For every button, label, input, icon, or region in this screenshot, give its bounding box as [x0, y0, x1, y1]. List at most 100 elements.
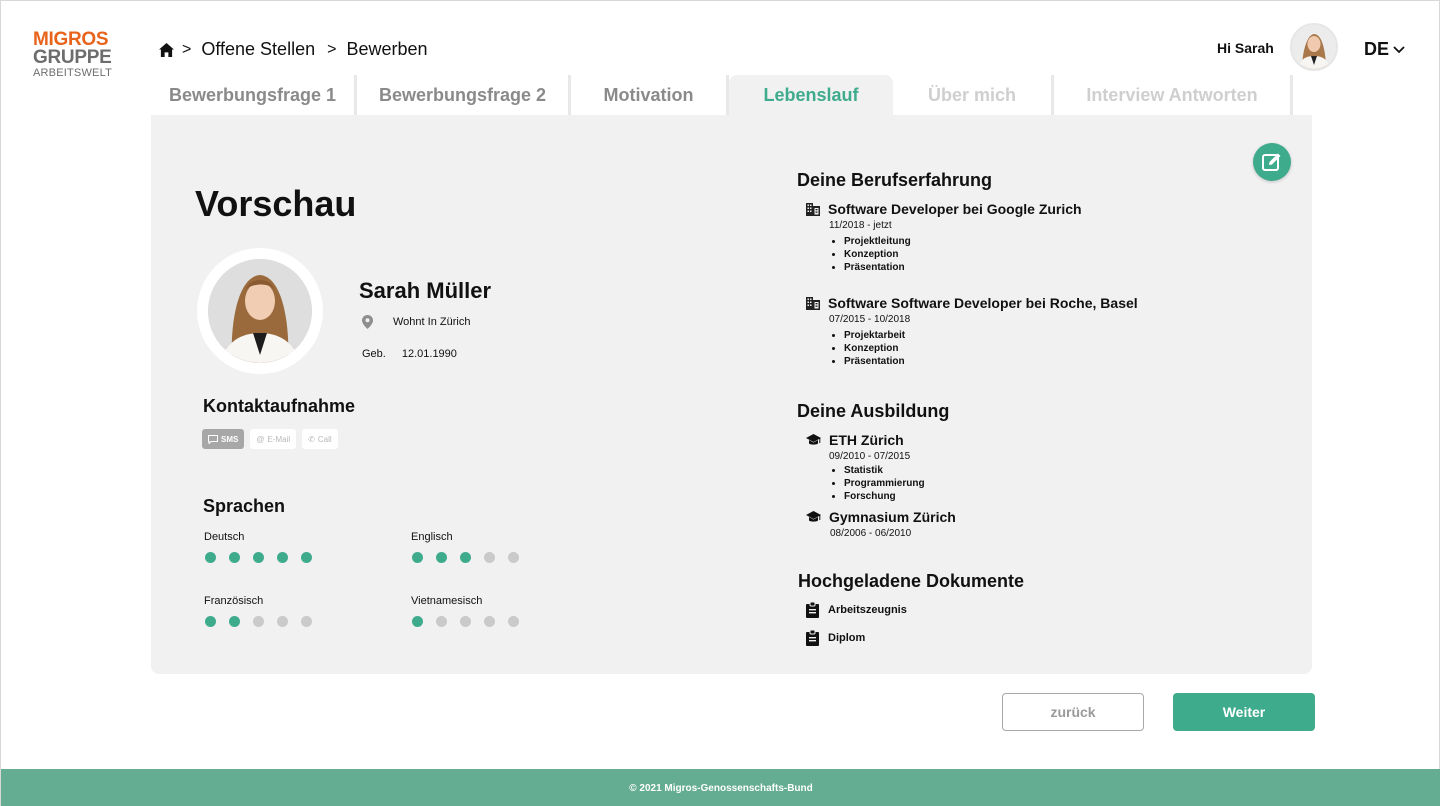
- language-selector[interactable]: DE: [1364, 39, 1405, 60]
- contact-option-sms-label: SMS: [221, 434, 239, 444]
- documents-heading: Hochgeladene Dokumente: [798, 571, 1025, 591]
- experience-bullets: Projektarbeit Konzeption Präsentation: [844, 329, 1138, 368]
- profile-photo: [197, 248, 323, 374]
- footer: © 2021 Migros-Genossenschafts-Bund: [1, 769, 1440, 806]
- language-level: [205, 616, 312, 627]
- breadcrumb-offene-stellen[interactable]: Offene Stellen: [201, 39, 315, 60]
- document-label: Diplom: [828, 632, 866, 644]
- experience-item: Software Software Developer bei Roche, B…: [806, 295, 1138, 368]
- breadcrumb-separator: >: [327, 40, 337, 58]
- level-dot-filled: [460, 552, 471, 563]
- bullet-item: Konzeption: [844, 342, 1138, 355]
- education-heading: Deine Ausbildung: [797, 401, 950, 421]
- bullet-item: Präsentation: [844, 355, 1138, 368]
- tab-lebenslauf[interactable]: Lebenslauf: [729, 75, 893, 115]
- logo-line-3: ARBEITSWELT: [33, 67, 113, 79]
- contact-option-sms[interactable]: SMS: [202, 429, 245, 449]
- language-item: Englisch: [411, 531, 519, 563]
- tab-interview-antworten[interactable]: Interview Antworten: [1054, 75, 1293, 115]
- edit-button[interactable]: [1253, 143, 1291, 181]
- experience-title: Software Software Developer bei Roche, B…: [828, 295, 1138, 311]
- education-item: ETH Zürich 09/2010 - 07/2015 Statistik P…: [806, 432, 925, 503]
- experience-dates: 07/2015 - 10/2018: [829, 314, 911, 325]
- education-dates: 08/2006 - 06/2010: [830, 528, 912, 539]
- level-dot-filled: [205, 616, 216, 627]
- education-title: ETH Zürich: [829, 432, 904, 448]
- user-avatar[interactable]: [1290, 23, 1338, 71]
- level-dot-empty: [277, 616, 288, 627]
- language-name: Französisch: [204, 595, 264, 607]
- tab-bewerbungsfrage-1[interactable]: Bewerbungsfrage 1: [151, 75, 357, 115]
- back-button[interactable]: zurück: [1002, 693, 1144, 731]
- level-dot-filled: [412, 552, 423, 563]
- graduation-cap-icon: [806, 511, 821, 522]
- language-item: Vietnamesisch: [411, 595, 519, 627]
- contact-heading: Kontaktaufnahme: [203, 396, 356, 416]
- user-greeting: Hi Sarah: [1217, 40, 1274, 56]
- level-dot-empty: [484, 552, 495, 563]
- language-level: [412, 616, 519, 627]
- graduation-cap-icon: [806, 434, 821, 445]
- contact-options: SMS @ E-Mail ✆ Call: [202, 429, 338, 449]
- experience-dates: 11/2018 - jetzt: [829, 220, 892, 231]
- contact-option-call[interactable]: ✆ Call: [302, 429, 338, 449]
- bullet-item: Projektarbeit: [844, 329, 1138, 342]
- next-button[interactable]: Weiter: [1173, 693, 1315, 731]
- level-dot-empty: [484, 616, 495, 627]
- experience-title: Software Developer bei Google Zurich: [828, 201, 1082, 217]
- page: MIGROS GRUPPE ARBEITSWELT > Offene Stell…: [0, 0, 1440, 806]
- document-label: Arbeitszeugnis: [828, 604, 907, 616]
- language-name: Englisch: [411, 531, 453, 543]
- location-text: Wohnt In Zürich: [393, 316, 471, 328]
- level-dot-filled: [253, 552, 264, 563]
- level-dot-filled: [277, 552, 288, 563]
- level-dot-empty: [508, 552, 519, 563]
- level-dot-empty: [508, 616, 519, 627]
- education-bullets: Statistik Programmierung Forschung: [844, 464, 925, 503]
- migros-logo[interactable]: MIGROS GRUPPE ARBEITSWELT: [33, 30, 123, 80]
- experience-bullets: Projektleitung Konzeption Präsentation: [844, 235, 1082, 274]
- home-icon[interactable]: [159, 42, 174, 57]
- level-dot-filled: [229, 616, 240, 627]
- at-icon: @: [256, 434, 265, 444]
- building-icon: [806, 202, 820, 216]
- candidate-name: Sarah Müller: [359, 278, 492, 303]
- phone-icon: ✆: [308, 434, 315, 444]
- document-item[interactable]: Arbeitszeugnis: [806, 602, 907, 618]
- languages-heading: Sprachen: [203, 496, 286, 516]
- level-dot-filled: [301, 552, 312, 563]
- bullet-item: Präsentation: [844, 261, 1082, 274]
- breadcrumb: > Offene Stellen > Bewerben: [159, 39, 428, 60]
- step-tabs: Bewerbungsfrage 1 Bewerbungsfrage 2 Moti…: [151, 75, 1293, 115]
- breadcrumb-bewerben: Bewerben: [346, 39, 428, 59]
- chevron-down-icon: [1393, 45, 1405, 53]
- tab-motivation[interactable]: Motivation: [571, 75, 729, 115]
- level-dot-filled: [229, 552, 240, 563]
- level-dot-empty: [253, 616, 264, 627]
- birth-date-row: Geb. 12.01.1990: [362, 348, 457, 360]
- language-label: DE: [1364, 39, 1390, 59]
- level-dot-filled: [436, 552, 447, 563]
- tab-ueber-mich[interactable]: Über mich: [893, 75, 1054, 115]
- logo-line-2: GRUPPE: [33, 47, 112, 68]
- building-icon: [806, 296, 820, 310]
- clipboard-icon: [806, 630, 819, 646]
- language-item: Französisch: [204, 595, 312, 627]
- level-dot-empty: [301, 616, 312, 627]
- breadcrumb-separator: >: [182, 40, 192, 58]
- bullet-item: Projektleitung: [844, 235, 1082, 248]
- birth-label: Geb.: [362, 348, 386, 360]
- language-level: [205, 552, 312, 563]
- location-pin-icon: [362, 315, 373, 329]
- contact-option-email[interactable]: @ E-Mail: [250, 429, 297, 449]
- education-title: Gymnasium Zürich: [829, 509, 956, 525]
- experience-item: Software Developer bei Google Zurich 11/…: [806, 201, 1082, 274]
- language-name: Vietnamesisch: [411, 595, 483, 607]
- experience-heading: Deine Berufserfahrung: [797, 170, 993, 190]
- edit-icon: [1262, 153, 1281, 171]
- page-title: Vorschau: [195, 183, 357, 224]
- contact-option-email-label: E-Mail: [267, 434, 291, 444]
- tab-bewerbungsfrage-2[interactable]: Bewerbungsfrage 2: [357, 75, 571, 115]
- education-item: Gymnasium Zürich 08/2006 - 06/2010: [806, 509, 956, 539]
- document-item[interactable]: Diplom: [806, 630, 865, 646]
